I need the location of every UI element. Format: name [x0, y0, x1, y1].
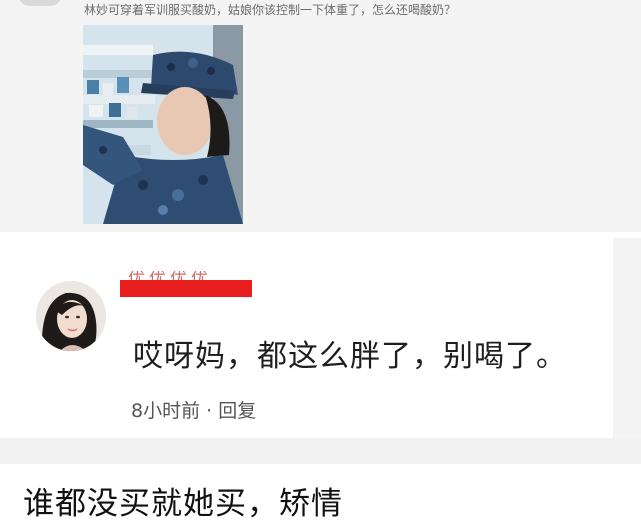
- post-caption: 林妙可穿着军训服买酸奶，姑娘你该控制一下体重了，怎么还喝酸奶？: [84, 3, 457, 17]
- meta-separator: ·: [206, 400, 213, 422]
- comment-text: 哎呀妈，都这么胖了，别喝了。: [133, 339, 567, 374]
- section-divider: [0, 438, 641, 464]
- reply-button[interactable]: 回复: [218, 400, 256, 422]
- comment-meta: 8小时前 · 回复: [131, 396, 256, 423]
- comment-timestamp: 8小时前: [131, 400, 201, 422]
- username-redaction-bar: [120, 280, 252, 297]
- commenter-avatar[interactable]: [36, 281, 106, 351]
- card-edge-shadow: [613, 238, 641, 438]
- post-photo-image: [83, 25, 243, 224]
- caption-text: 谁都没买就她买，矫情: [23, 486, 343, 522]
- commenter-username[interactable]: 优优优优: [128, 271, 212, 280]
- post-photo[interactable]: [83, 25, 243, 224]
- commenter-avatar-image: [36, 281, 106, 351]
